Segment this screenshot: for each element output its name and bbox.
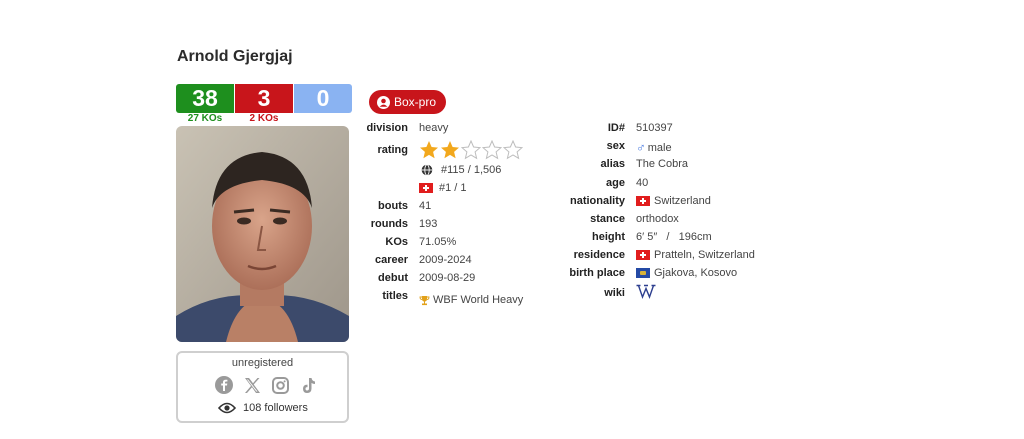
stance-label: stance — [590, 213, 625, 225]
eye-icon — [218, 402, 236, 414]
career-value: 2009-2024 — [419, 254, 472, 266]
bouts-value: 41 — [419, 200, 432, 212]
x-icon[interactable] — [242, 375, 262, 395]
male-icon: ♂ — [636, 140, 646, 155]
social-panel: unregistered 108 followers — [176, 351, 349, 423]
user-icon — [377, 95, 390, 109]
birthplace-value: Gjakova, Kosovo — [654, 267, 738, 279]
kos-label: KOs — [385, 236, 408, 248]
debut-value[interactable]: 2009-08-29 — [419, 272, 475, 284]
rating-stars — [419, 140, 523, 160]
star-empty-icon — [482, 140, 502, 160]
kosovo-flag-icon — [636, 268, 650, 278]
box-pro-badge[interactable]: Box-pro — [369, 90, 447, 114]
debut-label: debut — [378, 272, 408, 284]
win-kos: 27 KOs — [187, 113, 223, 124]
residence-row[interactable]: Pratteln, Switzerland — [636, 249, 755, 261]
alias-label: alias — [600, 158, 625, 170]
wiki-label: wiki — [604, 287, 625, 299]
kos-value: 71.05% — [419, 236, 457, 248]
social-icons — [214, 375, 318, 395]
rounds-label: rounds — [370, 218, 408, 230]
losses-count[interactable]: 3 — [235, 84, 293, 113]
division-label: division — [366, 122, 408, 134]
id-value: 510397 — [636, 122, 673, 134]
birthplace-row[interactable]: Gjakova, Kosovo — [636, 267, 737, 279]
trophy-icon — [419, 295, 430, 305]
wikipedia-icon[interactable] — [636, 283, 656, 299]
draws-count[interactable]: 0 — [294, 84, 352, 113]
sex-value: male — [647, 141, 672, 154]
stance-value: orthodox — [636, 213, 679, 225]
switzerland-flag-icon — [419, 183, 433, 193]
globe-icon — [421, 164, 433, 176]
sex-row: ♂ male — [636, 140, 672, 155]
nationality-row[interactable]: Switzerland — [636, 195, 711, 207]
switzerland-flag-icon — [636, 250, 650, 260]
facebook-icon[interactable] — [214, 375, 234, 395]
tiktok-icon[interactable] — [298, 375, 318, 395]
record-boxes: 38 3 0 — [176, 84, 352, 113]
residence-label: residence — [573, 249, 625, 261]
country-rank-row[interactable]: #1 / 1 — [419, 182, 467, 194]
bouts-label: bouts — [378, 200, 408, 212]
sex-label: sex — [606, 140, 625, 152]
boxer-photo — [176, 126, 349, 342]
career-label: career — [374, 254, 408, 266]
id-label: ID# — [607, 122, 625, 134]
age-label: age — [606, 177, 625, 189]
star-full-icon — [441, 141, 459, 159]
star-empty-icon — [503, 140, 523, 160]
nationality-label: nationality — [569, 195, 625, 207]
rating-label: rating — [377, 144, 408, 156]
world-rank-row[interactable]: #115 / 1,506 — [421, 164, 501, 176]
box-pro-label: Box-pro — [394, 95, 437, 109]
alias-value: The Cobra — [636, 158, 688, 170]
rounds-value: 193 — [419, 218, 438, 230]
followers-count: 108 followers — [243, 402, 308, 414]
loss-kos: 2 KOs — [249, 113, 279, 124]
boxer-name: Arnold Gjergjaj — [177, 48, 293, 65]
followers-row[interactable]: 108 followers — [218, 402, 308, 414]
birthplace-label: birth place — [569, 267, 625, 279]
world-rank-value: #115 / 1,506 — [441, 164, 502, 176]
height-label: height — [592, 231, 625, 243]
wins-count[interactable]: 38 — [176, 84, 234, 113]
nationality-value: Switzerland — [654, 195, 711, 207]
registration-status: unregistered — [231, 357, 294, 369]
division-value[interactable]: heavy — [419, 122, 448, 134]
titles-label: titles — [382, 290, 408, 302]
star-empty-icon — [461, 140, 481, 160]
residence-value: Pratteln, Switzerland — [654, 249, 755, 261]
titles-row[interactable]: WBF World Heavy — [419, 294, 523, 306]
switzerland-flag-icon — [636, 196, 650, 206]
age-value: 40 — [636, 177, 649, 189]
titles-value: WBF World Heavy — [433, 294, 524, 306]
instagram-icon[interactable] — [270, 375, 290, 395]
country-rank-value: #1 / 1 — [439, 182, 467, 194]
star-full-icon — [420, 141, 438, 159]
height-value: 6′ 5″ / 196cm — [636, 231, 712, 243]
